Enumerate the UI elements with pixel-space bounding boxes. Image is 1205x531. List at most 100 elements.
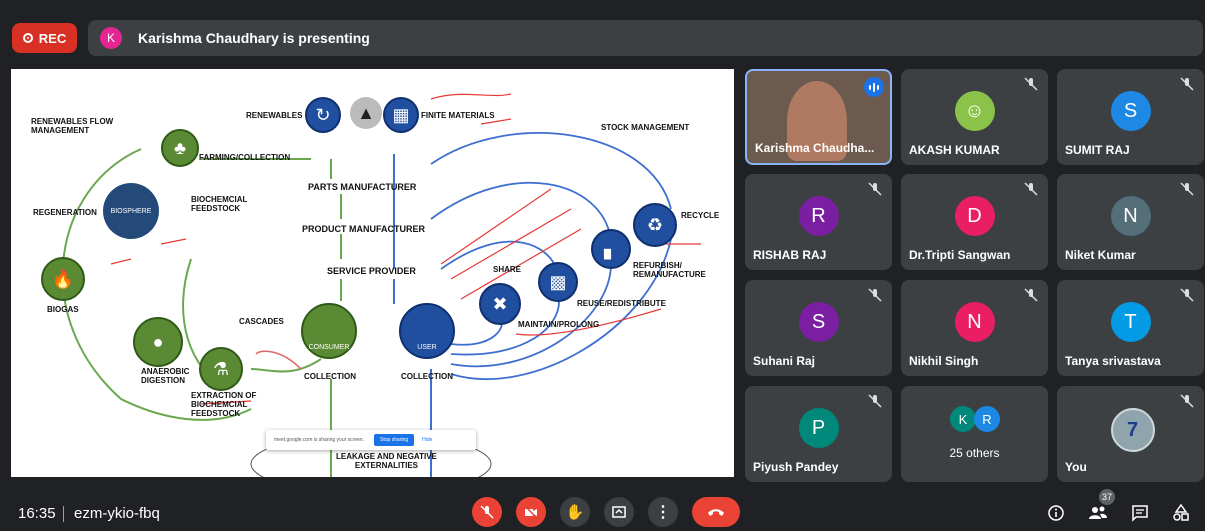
participant-tile[interactable]: D Dr.Tripti Sangwan <box>901 174 1048 270</box>
truck-icon: ▦ <box>383 97 419 133</box>
farming-label: FARMING/COLLECTION <box>199 153 291 162</box>
cascades-label: CASCADES <box>239 317 284 326</box>
consumer-icon: CONSUMER <box>301 303 357 359</box>
activities-icon <box>1173 504 1189 521</box>
renewables-label: RENEWABLES <box>246 111 303 120</box>
hang-up-icon <box>708 509 724 516</box>
mic-off-icon <box>1024 288 1038 302</box>
tower-icon: ▲ <box>350 97 382 129</box>
avatar: R <box>974 406 1000 432</box>
parts-manufacturer-label: PARTS MANUFACTURER <box>308 182 417 192</box>
user-icon: USER <box>399 303 455 359</box>
plants-icon: ♣ <box>161 129 199 167</box>
present-button[interactable] <box>604 497 634 527</box>
gas-mask-icon: ● <box>133 317 183 367</box>
collection-user-label: COLLECTION <box>401 372 453 381</box>
participant-tile[interactable]: ☺ AKASH KUMAR <box>901 69 1048 165</box>
factory-icon: ▖ <box>591 229 631 269</box>
divider <box>63 506 64 522</box>
leakage-label: LEAKAGE AND NEGATIVE EXTERNALITIES <box>336 452 437 471</box>
mic-off-icon <box>1180 77 1194 91</box>
share-label: SHARE <box>493 265 522 274</box>
participants-button[interactable] <box>1087 502 1109 524</box>
avatar: S <box>798 302 839 342</box>
more-options-button[interactable]: ⋮ <box>648 497 678 527</box>
avatar: ☺ <box>954 91 995 131</box>
presenting-banner: K Karishma Chaudhary is presenting <box>88 20 1203 56</box>
mic-off-icon <box>1180 288 1194 302</box>
participant-tile[interactable]: T Tanya srivastava <box>1057 280 1204 376</box>
finite-materials-label: FINITE MATERIALS <box>421 111 495 120</box>
participant-tile[interactable]: N Nikhil Singh <box>901 280 1048 376</box>
participant-name: Tanya srivastava <box>1065 354 1161 368</box>
hide-button[interactable]: Hide <box>422 437 432 443</box>
participant-name: Suhani Raj <box>753 354 816 368</box>
more-vert-icon: ⋮ <box>655 504 671 521</box>
participant-tile-self[interactable]: 7 You <box>1057 386 1204 482</box>
shared-screen: RENEWABLES FLOW MANAGEMENT RENEWABLES FI… <box>11 69 734 477</box>
participant-name: Niket Kumar <box>1065 248 1136 262</box>
recycle-label: RECYCLE <box>681 211 720 220</box>
screen-share-bar: meet.google.com is sharing your screen. … <box>266 430 476 450</box>
mic-off-icon <box>1024 77 1038 91</box>
flame-icon: 🔥 <box>41 257 85 301</box>
others-tile[interactable]: K R 25 others <box>901 386 1048 482</box>
biosphere-icon: BIOSPHERE <box>103 183 159 239</box>
extraction-label: EXTRACTION OF BIOCHEMCIAL FEEDSTOCK <box>191 391 257 419</box>
mic-off-icon <box>868 182 882 196</box>
avatar: T <box>1110 302 1151 342</box>
recording-indicator: REC <box>12 23 77 53</box>
flask-icon: ⚗ <box>199 347 243 391</box>
mic-off-icon <box>1024 182 1038 196</box>
record-icon <box>22 33 33 43</box>
chat-icon <box>1132 505 1148 522</box>
avatar: N <box>1110 196 1151 236</box>
leave-call-button[interactable] <box>692 497 740 527</box>
reuse-label: REUSE/REDISTRIBUTE <box>577 299 666 308</box>
renewables-icon: ↻ <box>305 97 341 133</box>
participant-name: Dr.Tripti Sangwan <box>909 248 1011 262</box>
share-bar-text: meet.google.com is sharing your screen. <box>274 437 365 443</box>
participant-name: Karishma Chaudha... <box>755 141 875 155</box>
service-provider-label: SERVICE PROVIDER <box>327 266 416 276</box>
bottom-bar: 16:35 ezm-ykio-fbq ✋ ⋮ 37 <box>0 489 1205 531</box>
meeting-code: ezm-ykio-fbq <box>74 505 160 522</box>
participant-tile-presenter[interactable]: Karishma Chaudha... <box>745 69 892 165</box>
mic-off-icon <box>868 394 882 408</box>
participant-name: RISHAB RAJ <box>753 248 827 262</box>
participant-count-badge: 37 <box>1099 489 1115 505</box>
camera-off-icon <box>524 505 538 519</box>
mic-off-icon <box>868 288 882 302</box>
present-icon <box>612 506 626 518</box>
participant-tile[interactable]: S SUMIT RAJ <box>1057 69 1204 165</box>
stop-sharing-button[interactable]: Stop sharing <box>374 434 415 446</box>
raise-hand-button[interactable]: ✋ <box>560 497 590 527</box>
avatar: 7 <box>1110 408 1155 452</box>
activities-button[interactable] <box>1170 502 1192 524</box>
mic-toggle-button[interactable] <box>472 497 502 527</box>
chat-button[interactable] <box>1129 502 1151 524</box>
participant-name: SUMIT RAJ <box>1065 143 1130 157</box>
anaerobic-label: ANAEROBIC DIGESTION <box>141 367 190 386</box>
product-manufacturer-label: PRODUCT MANUFACTURER <box>302 224 425 234</box>
participant-tile[interactable]: N Niket Kumar <box>1057 174 1204 270</box>
info-icon <box>1048 505 1064 521</box>
participant-name: Nikhil Singh <box>909 354 979 368</box>
mic-off-icon <box>1180 394 1194 408</box>
biogas-label: BIOGAS <box>47 305 79 314</box>
participant-tile[interactable]: P Piyush Pandey <box>745 386 892 482</box>
camera-toggle-button[interactable] <box>516 497 546 527</box>
presenter-avatar: K <box>100 27 122 49</box>
participant-name: AKASH KUMAR <box>909 143 1000 157</box>
participant-tile[interactable]: R RISHAB RAJ <box>745 174 892 270</box>
recycle-icon: ♻ <box>633 203 677 247</box>
mic-off-icon <box>480 505 494 519</box>
collection-consumer-label: COLLECTION <box>304 372 356 381</box>
renewables-flow-label: RENEWABLES FLOW MANAGEMENT <box>31 117 114 136</box>
rec-label: REC <box>38 30 67 46</box>
biochem-feedstock-label: BIOCHEMCIAL FEEDSTOCK <box>191 195 248 214</box>
top-bar: REC K Karishma Chaudhary is presenting <box>8 20 1203 56</box>
participant-tile[interactable]: S Suhani Raj <box>745 280 892 376</box>
people-icon <box>1089 506 1107 519</box>
meeting-details-button[interactable] <box>1045 502 1067 524</box>
